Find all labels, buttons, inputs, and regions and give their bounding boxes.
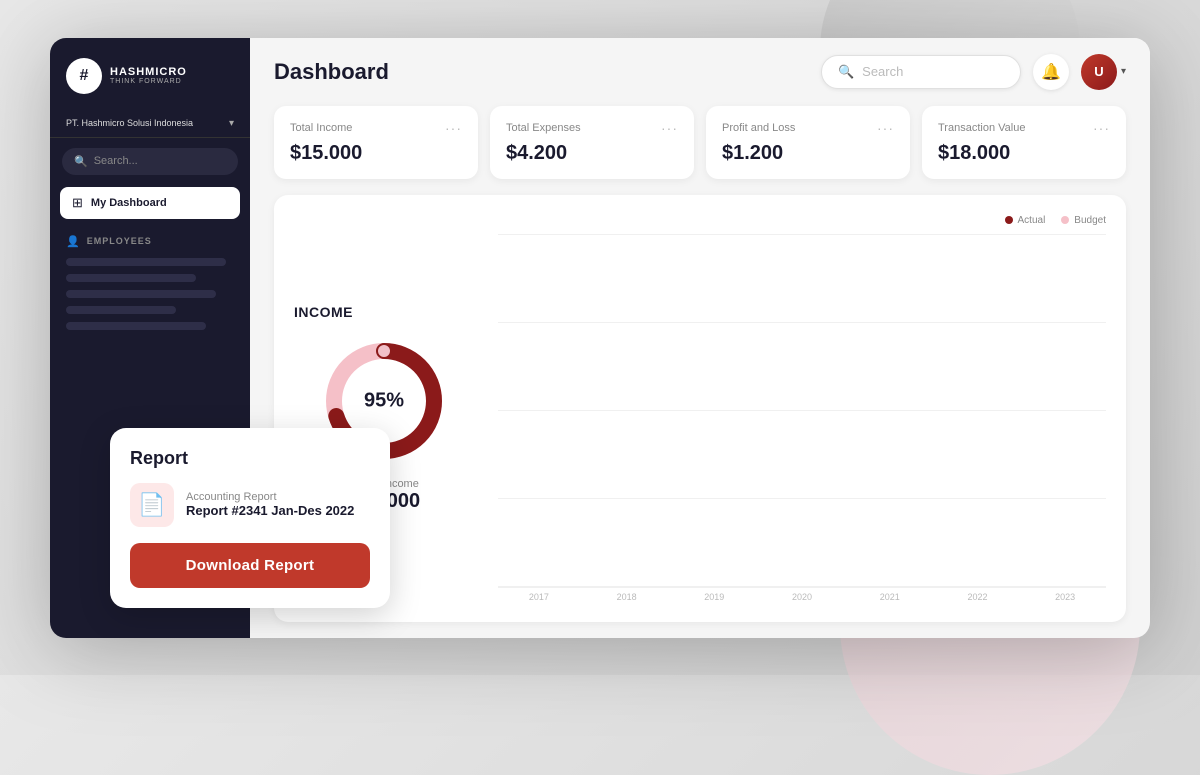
grid-line-3	[498, 410, 1106, 411]
income-right: Actual Budget $25.000 $20.000 $15.000	[498, 215, 1106, 602]
nav-bar-5[interactable]	[66, 322, 206, 330]
stat-value-1: $4.200	[506, 142, 678, 165]
report-popup-title: Report	[130, 448, 370, 469]
header-right: 🔍 Search 🔔 U ▾	[821, 54, 1126, 90]
stats-row: Total Income ··· $15.000 Total Expenses …	[250, 106, 1150, 195]
grid-line-2	[498, 322, 1106, 323]
stat-more-1[interactable]: ···	[661, 120, 678, 136]
grid-line-5	[498, 586, 1106, 587]
report-item-name: Report #2341 Jan-Des 2022	[186, 503, 354, 518]
report-popup: Report 📄 Accounting Report Report #2341 …	[110, 428, 390, 608]
stat-card-2: Profit and Loss ··· $1.200	[706, 106, 910, 179]
x-axis: 2017 2018 2019 2020 2021 2022 2023	[498, 592, 1106, 602]
nav-bar-4[interactable]	[66, 306, 176, 314]
report-icon-wrap: 📄	[130, 483, 174, 527]
header-search-placeholder: Search	[862, 64, 903, 79]
stat-label-1: Total Expenses	[506, 122, 581, 134]
logo-tagline: THINK FORWARD	[110, 78, 187, 85]
stat-card-header-0: Total Income ···	[290, 120, 462, 136]
stat-more-3[interactable]: ···	[1093, 120, 1110, 136]
sidebar-search-input[interactable]	[94, 155, 226, 167]
stat-card-0: Total Income ··· $15.000	[274, 106, 478, 179]
sidebar-search[interactable]: 🔍	[62, 148, 238, 175]
screen-container: # HASHMICRO THINK FORWARD PT. Hashmicro …	[50, 38, 1150, 638]
header-search-icon: 🔍	[838, 64, 854, 80]
x-label-2018: 2018	[586, 592, 668, 602]
nav-item-dashboard[interactable]: ⊞ My Dashboard	[60, 187, 240, 219]
page-title: Dashboard	[274, 59, 389, 85]
company-selector[interactable]: PT. Hashmicro Solusi Indonesia ▾	[50, 110, 250, 138]
legend-actual-dot	[1005, 216, 1013, 224]
logo-icon: #	[66, 58, 102, 94]
company-chevron-icon: ▾	[229, 118, 234, 129]
header: Dashboard 🔍 Search 🔔 U ▾	[250, 38, 1150, 106]
sidebar-search-icon: 🔍	[74, 155, 88, 168]
nav-bar-2[interactable]	[66, 274, 196, 282]
logo-text-block: HASHMICRO THINK FORWARD	[110, 67, 187, 85]
income-title: INCOME	[294, 304, 353, 320]
stat-card-1: Total Expenses ··· $4.200	[490, 106, 694, 179]
legend-actual-label: Actual	[1018, 215, 1046, 226]
report-item-label: Accounting Report	[186, 491, 354, 503]
x-label-2020: 2020	[761, 592, 843, 602]
employees-section-label: 👤 EMPLOYEES	[50, 225, 250, 254]
company-name: PT. Hashmicro Solusi Indonesia	[66, 118, 193, 128]
bar-chart-area: $25.000 $20.000 $15.000 $10.000 $5000	[498, 234, 1106, 602]
header-search-bar[interactable]: 🔍 Search	[821, 55, 1021, 89]
download-report-button[interactable]: Download Report	[130, 543, 370, 588]
stat-card-header-3: Transaction Value ···	[938, 120, 1110, 136]
logo-name: HASHMICRO	[110, 67, 187, 78]
stat-label-2: Profit and Loss	[722, 122, 795, 134]
nav-bar-1[interactable]	[66, 258, 226, 266]
stat-more-0[interactable]: ···	[445, 120, 462, 136]
x-label-2021: 2021	[849, 592, 931, 602]
x-label-2017: 2017	[498, 592, 580, 602]
x-label-2019: 2019	[673, 592, 755, 602]
bar-chart-inner: $25.000 $20.000 $15.000 $10.000 $5000	[498, 234, 1106, 588]
stat-label-0: Total Income	[290, 122, 352, 134]
notification-button[interactable]: 🔔	[1033, 54, 1069, 90]
nav-bar-3[interactable]	[66, 290, 216, 298]
grid-lines	[498, 234, 1106, 587]
user-dropdown[interactable]: U ▾	[1081, 54, 1126, 90]
stat-label-3: Transaction Value	[938, 122, 1025, 134]
stat-value-2: $1.200	[722, 142, 894, 165]
stat-value-0: $15.000	[290, 142, 462, 165]
x-label-2022: 2022	[937, 592, 1019, 602]
dashboard-icon: ⊞	[72, 195, 83, 211]
report-item-info: Accounting Report Report #2341 Jan-Des 2…	[186, 491, 354, 518]
report-item: 📄 Accounting Report Report #2341 Jan-Des…	[130, 483, 370, 527]
x-label-2023: 2023	[1024, 592, 1106, 602]
chart-legend: Actual Budget	[498, 215, 1106, 226]
user-avatar: U	[1081, 54, 1117, 90]
stat-card-header-1: Total Expenses ···	[506, 120, 678, 136]
donut-percent: 95%	[364, 389, 404, 411]
stat-card-3: Transaction Value ··· $18.000	[922, 106, 1126, 179]
stat-more-2[interactable]: ···	[877, 120, 894, 136]
report-file-icon: 📄	[138, 492, 165, 518]
employees-icon: 👤	[66, 235, 81, 248]
grid-line-4	[498, 498, 1106, 499]
stat-card-header-2: Profit and Loss ···	[722, 120, 894, 136]
user-chevron-icon: ▾	[1121, 66, 1126, 77]
donut-center: 95%	[364, 389, 404, 412]
legend-budget-dot	[1061, 216, 1069, 224]
stat-value-3: $18.000	[938, 142, 1110, 165]
main-chart-section: INCOME 95% Actual Income $15.000	[274, 195, 1126, 622]
employees-label-text: EMPLOYEES	[87, 236, 152, 246]
legend-actual: Actual	[1005, 215, 1046, 226]
nav-item-dashboard-label: My Dashboard	[91, 197, 167, 209]
legend-budget: Budget	[1061, 215, 1106, 226]
sidebar-logo: # HASHMICRO THINK FORWARD	[50, 58, 250, 110]
legend-budget-label: Budget	[1074, 215, 1106, 226]
grid-line-1	[498, 234, 1106, 235]
